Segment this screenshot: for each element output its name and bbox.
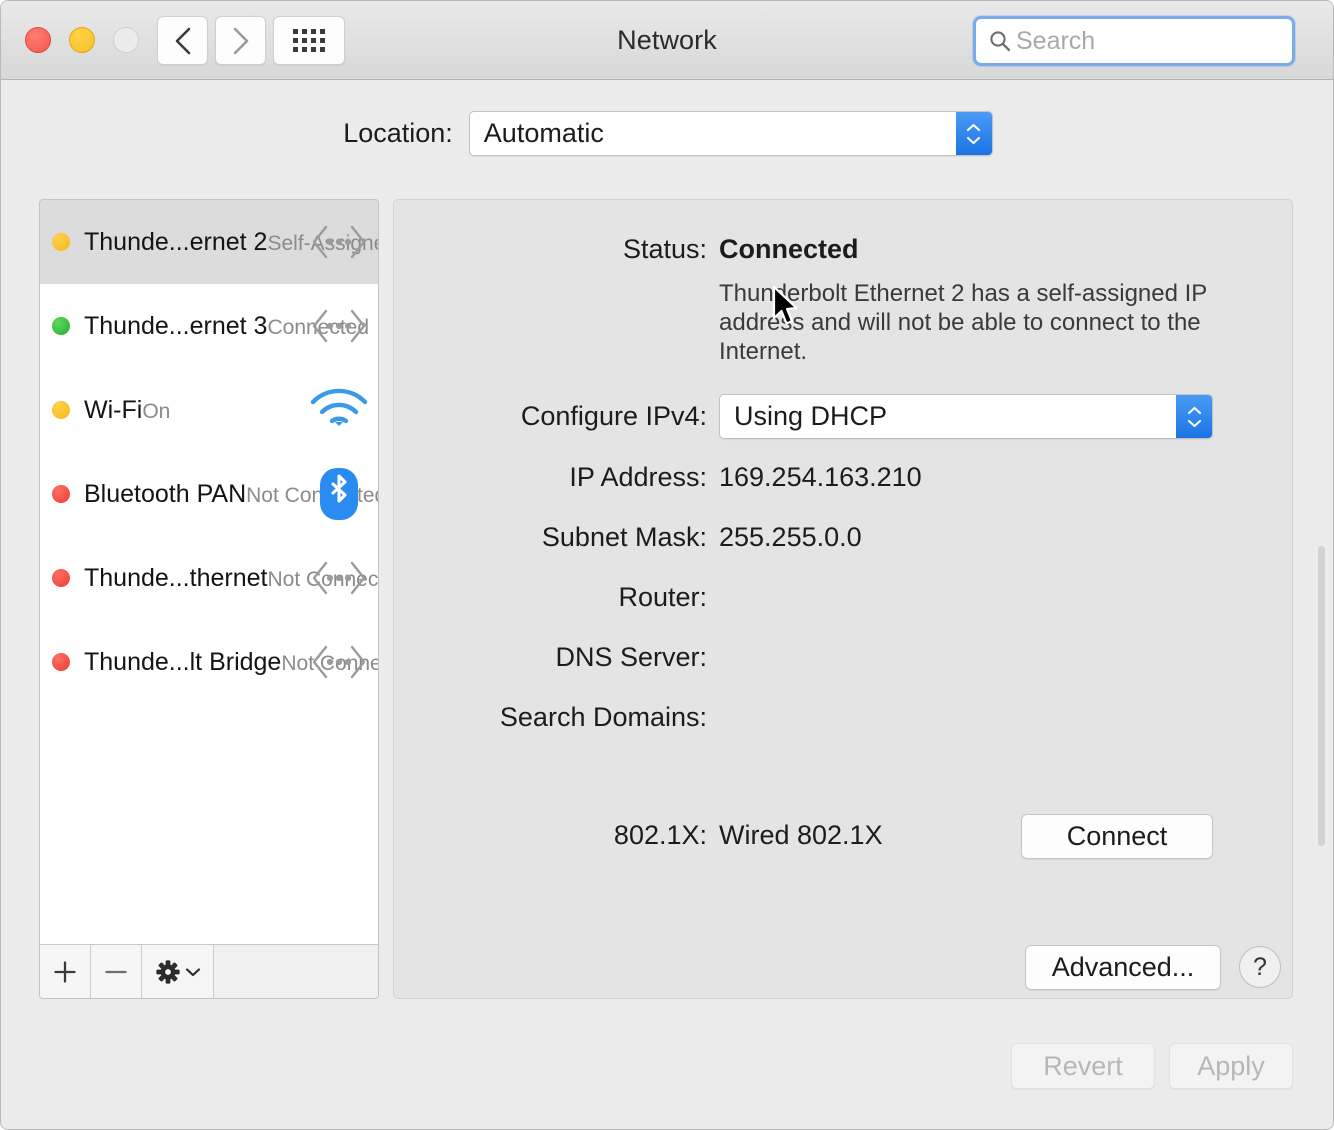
service-text: Thunde...ernet 2Self-Assigned IP: [84, 227, 378, 257]
location-row: Location: Automatic: [1, 111, 1333, 156]
router-row: Router:: [394, 582, 719, 613]
search-icon: [990, 31, 1011, 52]
chevron-down-icon: [967, 136, 981, 144]
add-service-button[interactable]: [40, 945, 91, 998]
thunderbolt-icon: [312, 645, 366, 679]
dns-server-row: DNS Server:: [394, 642, 719, 673]
ip-address-row: IP Address: 169.254.163.210: [394, 462, 922, 493]
service-text: Thunde...lt BridgeNot Connected: [84, 647, 378, 677]
toolbar-filler: [214, 945, 378, 998]
location-stepper-arrows[interactable]: [955, 112, 992, 155]
advanced-button[interactable]: Advanced...: [1025, 945, 1221, 990]
service-sidebar: Thunde...ernet 2Self-Assigned IP Thunde.…: [39, 199, 379, 999]
service-icon: [306, 644, 372, 680]
service-list[interactable]: Thunde...ernet 2Self-Assigned IP Thunde.…: [40, 200, 378, 944]
service-row[interactable]: Thunde...ernet 3Connected: [40, 284, 378, 368]
service-icon: [306, 466, 372, 522]
ip-address-value: 169.254.163.210: [719, 462, 922, 492]
search-field[interactable]: [973, 16, 1333, 66]
chevron-down-icon: [185, 967, 200, 976]
service-icon: [306, 308, 372, 344]
service-text: Thunde...ernet 3Connected: [84, 311, 369, 341]
location-selected-value: Automatic: [483, 118, 604, 148]
service-row[interactable]: Wi-FiOn: [40, 368, 378, 452]
dot1x-value: Wired 802.1X: [719, 820, 883, 850]
status-indicator-dot: [52, 653, 70, 671]
bluetooth-icon: [320, 468, 358, 520]
service-name: Thunde...thernet: [84, 563, 268, 592]
revert-button[interactable]: Revert: [1011, 1043, 1155, 1089]
service-icon: [306, 224, 372, 260]
network-preferences-window: Network Location: Automatic Thunde: [0, 0, 1334, 1130]
status-indicator-dot: [52, 569, 70, 587]
thunderbolt-icon: [312, 309, 366, 343]
status-value: Connected: [719, 234, 859, 264]
status-description: Thunderbolt Ethernet 2 has a self-assign…: [719, 280, 1207, 365]
router-label: Router:: [618, 582, 707, 612]
configure-ipv4-row: Configure IPv4: Using DHCP: [394, 394, 1213, 439]
plus-icon: [54, 960, 76, 983]
status-indicator-dot: [52, 401, 70, 419]
service-name: Thunde...ernet 2: [84, 227, 268, 256]
service-name: Thunde...lt Bridge: [84, 647, 282, 676]
configure-ipv4-popup-button[interactable]: Using DHCP: [719, 394, 1213, 439]
status-indicator-dot: [52, 485, 70, 503]
status-indicator-dot: [52, 317, 70, 335]
service-list-toolbar: [40, 944, 378, 998]
search-domains-label: Search Domains:: [499, 702, 707, 732]
apply-button[interactable]: Apply: [1169, 1043, 1293, 1089]
minus-icon: [105, 970, 127, 973]
thunderbolt-icon: [312, 561, 366, 595]
dns-server-label: DNS Server:: [555, 642, 707, 672]
gear-icon: [155, 959, 180, 984]
service-icon: [306, 388, 372, 432]
service-actions-button[interactable]: [142, 945, 214, 998]
ip-address-label: IP Address:: [569, 462, 707, 492]
search-input[interactable]: [1016, 26, 1333, 56]
configure-ipv4-value: Using DHCP: [734, 401, 888, 431]
service-text: Wi-FiOn: [84, 396, 306, 425]
subnet-mask-label: Subnet Mask:: [541, 522, 707, 552]
wifi-icon: [310, 388, 368, 426]
service-row[interactable]: Bluetooth PANNot Connected: [40, 452, 378, 536]
location-label: Location:: [343, 118, 453, 148]
service-row[interactable]: Thunde...ernet 2Self-Assigned IP: [40, 200, 378, 284]
service-name: Wi-Fi: [84, 395, 143, 424]
chevron-down-icon: [1187, 419, 1201, 427]
service-row[interactable]: Thunde...thernetNot Connected: [40, 536, 378, 620]
chevron-up-icon: [1187, 406, 1201, 414]
vertical-scrollbar-thumb[interactable]: [1318, 546, 1325, 846]
remove-service-button[interactable]: [91, 945, 142, 998]
location-popup-button[interactable]: Automatic: [468, 111, 993, 156]
chevron-up-icon: [967, 123, 981, 131]
status-row: Status: Connected: [394, 234, 859, 265]
dot1x-row: 802.1X: Wired 802.1X: [394, 820, 883, 851]
service-state: On: [142, 399, 171, 423]
service-row[interactable]: Thunde...lt BridgeNot Connected: [40, 620, 378, 704]
footer-buttons: Revert Apply: [1011, 1043, 1293, 1089]
service-detail-panel: Status: Connected Thunderbolt Ethernet 2…: [393, 199, 1293, 999]
service-text: Thunde...thernetNot Connected: [84, 563, 378, 593]
service-icon: [306, 560, 372, 596]
status-label: Status:: [622, 234, 707, 264]
window-titlebar: Network: [1, 1, 1333, 80]
thunderbolt-icon: [312, 225, 366, 259]
service-name: Bluetooth PAN: [84, 479, 247, 508]
service-name: Thunde...ernet 3: [84, 311, 268, 340]
help-button[interactable]: ?: [1239, 946, 1281, 988]
configure-ipv4-stepper-arrows[interactable]: [1176, 395, 1212, 438]
status-indicator-dot: [52, 233, 70, 251]
search-domains-row: Search Domains:: [394, 702, 719, 733]
service-text: Bluetooth PANNot Connected: [84, 479, 378, 509]
subnet-mask-value: 255.255.0.0: [719, 522, 862, 552]
dot1x-label: 802.1X:: [613, 820, 707, 850]
subnet-mask-row: Subnet Mask: 255.255.0.0: [394, 522, 862, 553]
configure-ipv4-label: Configure IPv4:: [520, 401, 707, 431]
connect-button[interactable]: Connect: [1021, 814, 1213, 859]
